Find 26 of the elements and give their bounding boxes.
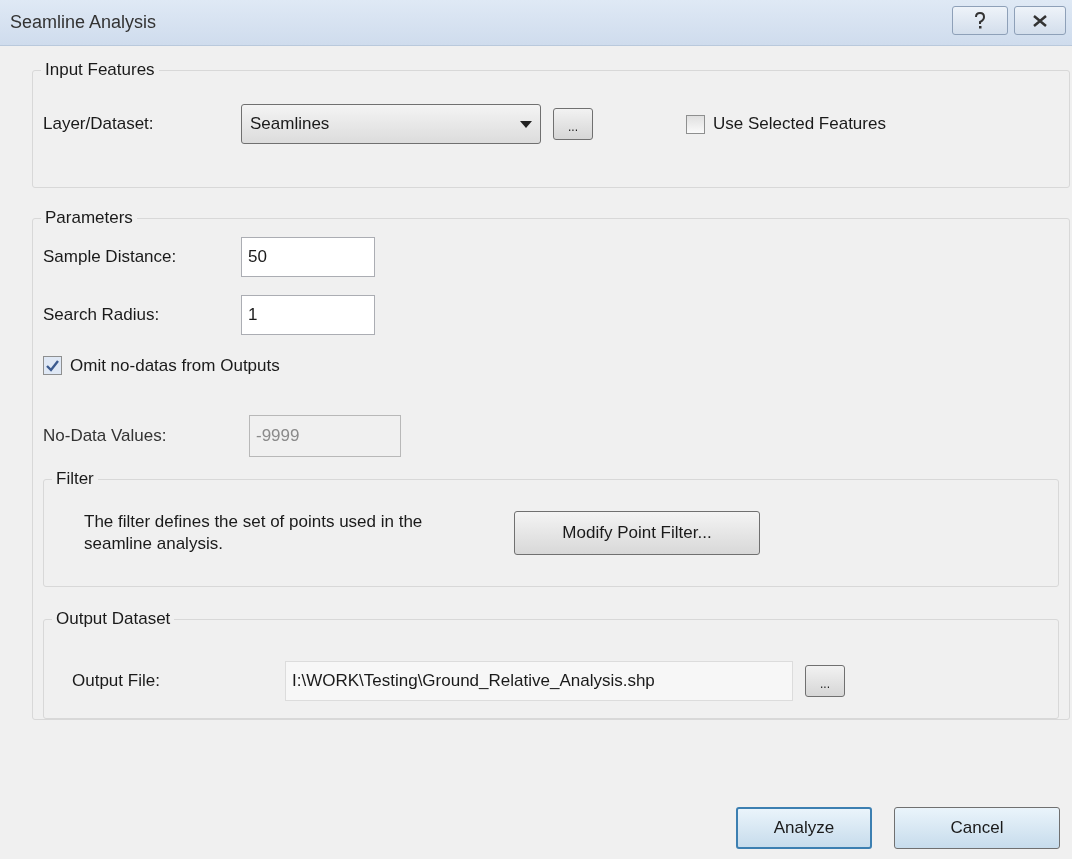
field-label: Search Radius: [43, 304, 161, 327]
layer-label: Layer/Dataset: [43, 113, 155, 136]
checkbox[interactable] [43, 356, 62, 376]
checkbox-label[interactable]: Omit no-datas from Outputs [43, 353, 1059, 379]
input-field[interactable]: 50 [241, 237, 375, 277]
field-label: No-Data Values: [43, 424, 168, 447]
browse-button[interactable]: ... [805, 665, 845, 698]
input-field[interactable]: I:\WORK\Testing\Ground_Relative_Analysis.shp [285, 661, 793, 702]
checkbox-label[interactable]: Use Selected Features [686, 111, 886, 137]
dialog-button[interactable]: Analyze [736, 807, 872, 849]
filter-description: The filter defines the set of points used in the seamline analysis. [84, 510, 424, 555]
field-label: Sample Distance: [43, 246, 178, 269]
modify-filter-button[interactable]: Modify Point Filter... [514, 510, 760, 555]
input-field[interactable]: 1 [241, 295, 375, 335]
close-button[interactable] [1014, 6, 1066, 35]
close-icon [1032, 14, 1048, 27]
browse-button[interactable]: ... [553, 108, 593, 140]
output-file-label: Output File: [72, 670, 161, 693]
checkbox[interactable] [686, 114, 705, 134]
dropdown-arrow-icon [520, 120, 532, 128]
help-icon [974, 11, 986, 30]
help-button[interactable] [952, 6, 1008, 35]
checkmark-icon [46, 359, 59, 372]
window-title: Seamline Analysis [10, 11, 157, 34]
dialog-button[interactable]: Cancel [894, 807, 1060, 849]
layer-dropdown[interactable]: Seamlines [241, 104, 541, 144]
